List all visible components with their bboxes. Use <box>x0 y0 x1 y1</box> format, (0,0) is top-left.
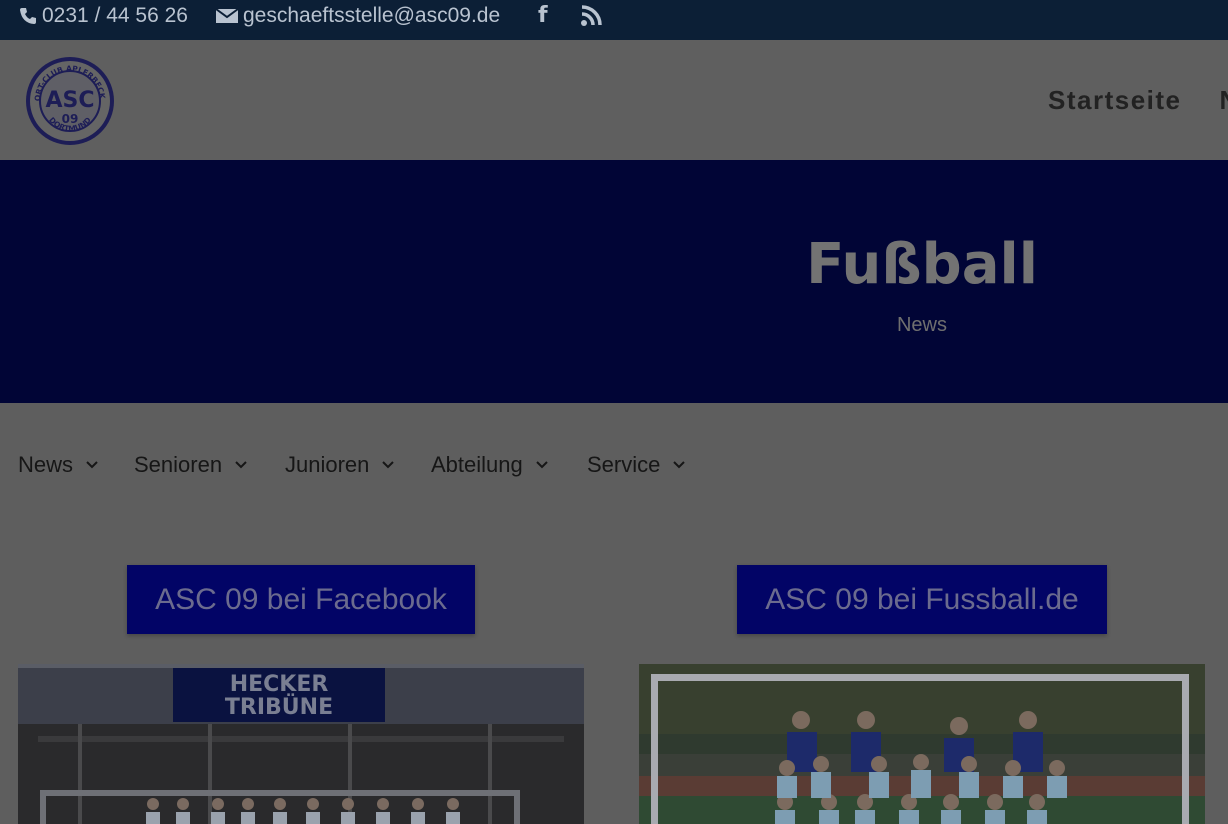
subnav-label: Abteilung <box>431 452 523 478</box>
rss-icon[interactable] <box>580 5 602 27</box>
phone-number: 0231 / 44 56 26 <box>42 4 188 28</box>
hero-title: Fußball <box>0 232 1228 297</box>
chevron-down-icon <box>85 458 99 472</box>
subnav-label: Senioren <box>134 452 222 478</box>
banner-text-line2: TRIBÜNE <box>225 694 333 720</box>
section-nav: News Senioren Junioren Abteilung Service <box>0 403 1228 523</box>
subnav-item-service[interactable]: Service <box>587 452 686 478</box>
club-logo[interactable]: SPORT-CLUB APLERBECK 09 DORTMUND ASC 09 <box>24 55 116 147</box>
chevron-down-icon <box>381 458 395 472</box>
subnav-label: Service <box>587 452 660 478</box>
subnav-label: News <box>18 452 73 478</box>
hero-banner: Fußball News <box>0 160 1228 403</box>
subnav-item-abteilung[interactable]: Abteilung <box>431 452 549 478</box>
chevron-down-icon <box>672 458 686 472</box>
subnav-item-junioren[interactable]: Junioren <box>285 452 395 478</box>
chevron-down-icon <box>234 458 248 472</box>
phone-icon <box>18 6 38 26</box>
hero-subtitle: News <box>0 314 1228 337</box>
envelope-icon <box>215 7 239 25</box>
site-header: SPORT-CLUB APLERBECK 09 DORTMUND ASC 09 … <box>0 40 1228 161</box>
fussball-de-button[interactable]: ASC 09 bei Fussball.de <box>737 565 1107 634</box>
team-photo-left[interactable]: HECKER TRIBÜNE <box>18 664 584 824</box>
team-photo-right[interactable] <box>639 664 1205 824</box>
svg-text:09: 09 <box>62 112 79 126</box>
subnav-item-news[interactable]: News <box>18 452 99 478</box>
svg-text:ASC: ASC <box>45 88 94 113</box>
chevron-down-icon <box>535 458 549 472</box>
nav-item-startseite[interactable]: Startseite <box>1048 85 1182 115</box>
main-nav: Startseite N <box>1048 85 1228 116</box>
email-link[interactable]: geschaeftsstelle@asc09.de <box>215 4 500 28</box>
facebook-button[interactable]: ASC 09 bei Facebook <box>127 565 475 634</box>
nav-item-next[interactable]: N <box>1220 85 1228 115</box>
phone-link[interactable]: 0231 / 44 56 26 <box>18 4 188 28</box>
subnav-label: Junioren <box>285 452 369 478</box>
facebook-icon[interactable]: f <box>538 3 548 28</box>
email-address: geschaeftsstelle@asc09.de <box>243 4 500 28</box>
banner-text-line1: HECKER <box>230 672 329 697</box>
top-bar: 0231 / 44 56 26 geschaeftsstelle@asc09.d… <box>0 0 1228 40</box>
subnav-item-senioren[interactable]: Senioren <box>134 452 248 478</box>
